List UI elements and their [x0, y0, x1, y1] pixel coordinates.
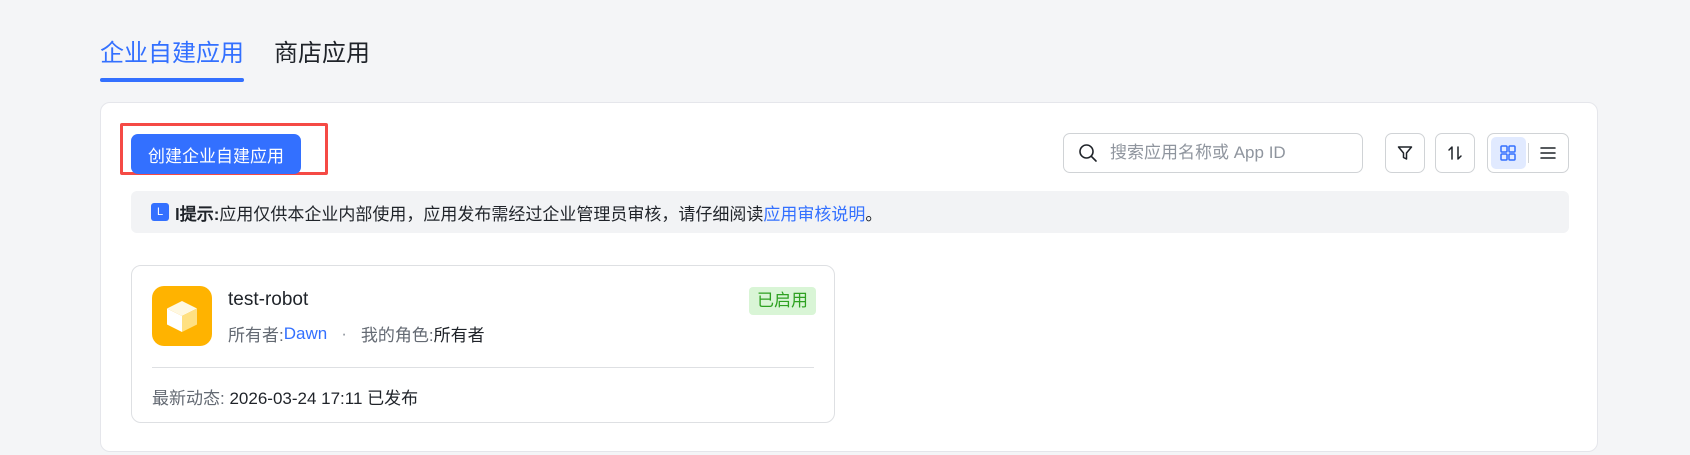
search-input[interactable] — [1108, 142, 1352, 164]
app-meta: 所有者: Dawn · 我的角色: 所有者 — [228, 321, 485, 346]
list-view-icon — [1539, 147, 1556, 159]
notice-end: 。 — [865, 204, 883, 224]
list-view-button[interactable] — [1530, 137, 1565, 169]
owner-label: 所有者: — [228, 326, 284, 345]
grid-view-icon — [1500, 145, 1516, 161]
sort-button[interactable] — [1435, 133, 1475, 173]
notice-text: 应用仅供本企业内部使用，应用发布需经过企业管理员审核，请仔细阅读 — [219, 204, 764, 224]
notice-icon: L — [151, 203, 169, 221]
filter-button[interactable] — [1385, 133, 1425, 173]
app-list-panel: 创建企业自建应用 搜索应用名称或 App ID L l提示: 应用仅供本企业内部… — [100, 102, 1598, 452]
sort-icon — [1448, 146, 1462, 160]
tab-bar: 企业自建应用 商店应用 — [100, 36, 370, 82]
latest-activity: 最新动态: 2026-03-24 17:11 已发布 — [152, 384, 418, 409]
create-app-button[interactable]: 创建企业自建应用 — [131, 134, 301, 174]
notice-bar: L l提示: 应用仅供本企业内部使用，应用发布需经过企业管理员审核，请仔细阅读 … — [131, 191, 1569, 233]
owner-link[interactable]: Dawn — [284, 324, 327, 344]
view-toggle — [1487, 133, 1569, 173]
grid-view-button[interactable] — [1491, 137, 1526, 169]
meta-separator: · — [341, 323, 347, 343]
search-icon — [1079, 144, 1097, 162]
app-card[interactable]: test-robot 所有者: Dawn · 我的角色: 所有者 已启用 最新动… — [131, 265, 835, 423]
search-box[interactable] — [1063, 133, 1363, 173]
app-logo — [152, 286, 212, 346]
filter-icon — [1397, 146, 1413, 160]
notice-title: l提示: — [175, 204, 220, 224]
card-divider — [152, 367, 814, 368]
app-name: test-robot — [228, 289, 309, 310]
cube-icon — [167, 301, 197, 332]
status-badge: 已启用 — [749, 287, 816, 315]
review-guide-link[interactable]: 应用审核说明 — [763, 200, 865, 225]
role-label: 我的角色: — [360, 326, 434, 345]
view-divider — [1527, 143, 1529, 163]
role-value: 所有者 — [433, 326, 485, 345]
activity-label: 最新动态: — [152, 389, 225, 408]
activity-value: 2026-03-24 17:11 已发布 — [229, 389, 419, 408]
tab-enterprise-apps[interactable]: 企业自建应用 — [100, 36, 244, 82]
tab-store-apps[interactable]: 商店应用 — [274, 36, 370, 82]
